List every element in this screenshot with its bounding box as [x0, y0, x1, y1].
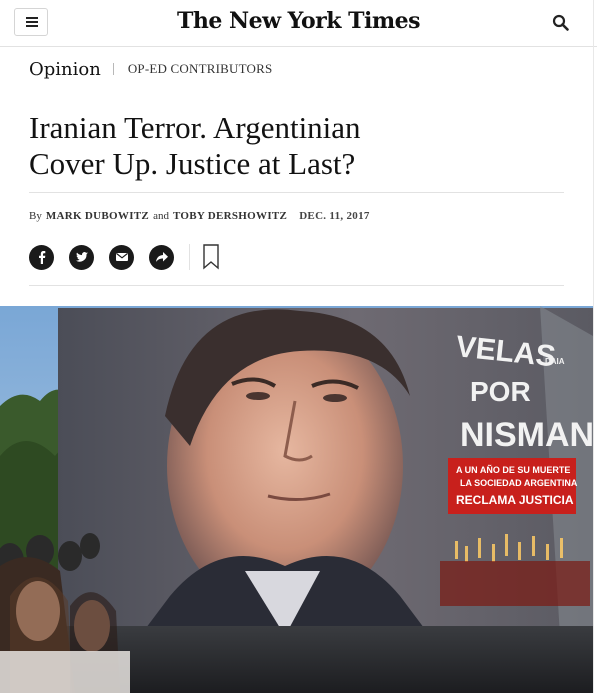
- bookmark-icon[interactable]: [203, 244, 219, 270]
- article-headline: Iranian Terror. Argentinian Cover Up. Ju…: [29, 110, 549, 182]
- headline-line-2: Cover Up. Justice at Last?: [29, 146, 356, 181]
- twitter-icon: [75, 252, 88, 262]
- headline-rule: [29, 192, 564, 193]
- lead-image: VELAS DAIA POR NISMAN A UN AÑO DE SU MUE…: [0, 306, 593, 693]
- byline-and: and: [153, 210, 169, 222]
- author-link-2[interactable]: TOBY DERSHOWITZ: [173, 210, 287, 222]
- section-kicker[interactable]: OP-ED CONTRIBUTORS: [128, 61, 273, 77]
- banner-nisman: NISMAN: [460, 416, 593, 454]
- share-rule: [29, 285, 564, 286]
- banner-por: POR: [470, 376, 531, 407]
- lead-photo: VELAS DAIA POR NISMAN A UN AÑO DE SU MUE…: [0, 306, 593, 693]
- facebook-share-button[interactable]: [29, 244, 54, 270]
- top-navigation-bar: The New York Times: [0, 0, 597, 47]
- nyt-logo[interactable]: The New York Times: [150, 8, 447, 34]
- section-opinion-link[interactable]: Opinion: [29, 59, 101, 80]
- page-edge-divider: [593, 0, 594, 693]
- share-toolbar: [29, 244, 219, 270]
- section-header: Opinion OP-ED CONTRIBUTORS: [29, 57, 272, 81]
- more-share-button[interactable]: [149, 244, 174, 270]
- share-divider: [189, 244, 190, 270]
- banner-box-line-2: LA SOCIEDAD ARGENTINA: [460, 478, 578, 488]
- hamburger-icon: [26, 17, 38, 19]
- email-icon: [115, 253, 128, 261]
- byline-prefix: By: [29, 210, 42, 222]
- section-divider: [112, 63, 114, 75]
- publish-date: DEC. 11, 2017: [299, 210, 370, 222]
- banner-box-line-1: A UN AÑO DE SU MUERTE: [456, 465, 570, 475]
- search-icon[interactable]: [552, 14, 570, 32]
- banner-box-line-3: RECLAMA JUSTICIA: [456, 493, 574, 507]
- headline-line-1: Iranian Terror. Argentinian: [29, 110, 361, 145]
- twitter-share-button[interactable]: [69, 244, 94, 270]
- byline: By MARK DUBOWITZ and TOBY DERSHOWITZ DEC…: [29, 210, 370, 222]
- email-share-button[interactable]: [109, 244, 134, 270]
- menu-button[interactable]: [14, 8, 48, 36]
- banner-small: DAIA: [545, 357, 565, 366]
- share-icon: [155, 252, 168, 262]
- facebook-icon: [38, 251, 45, 264]
- author-link-1[interactable]: MARK DUBOWITZ: [46, 210, 149, 222]
